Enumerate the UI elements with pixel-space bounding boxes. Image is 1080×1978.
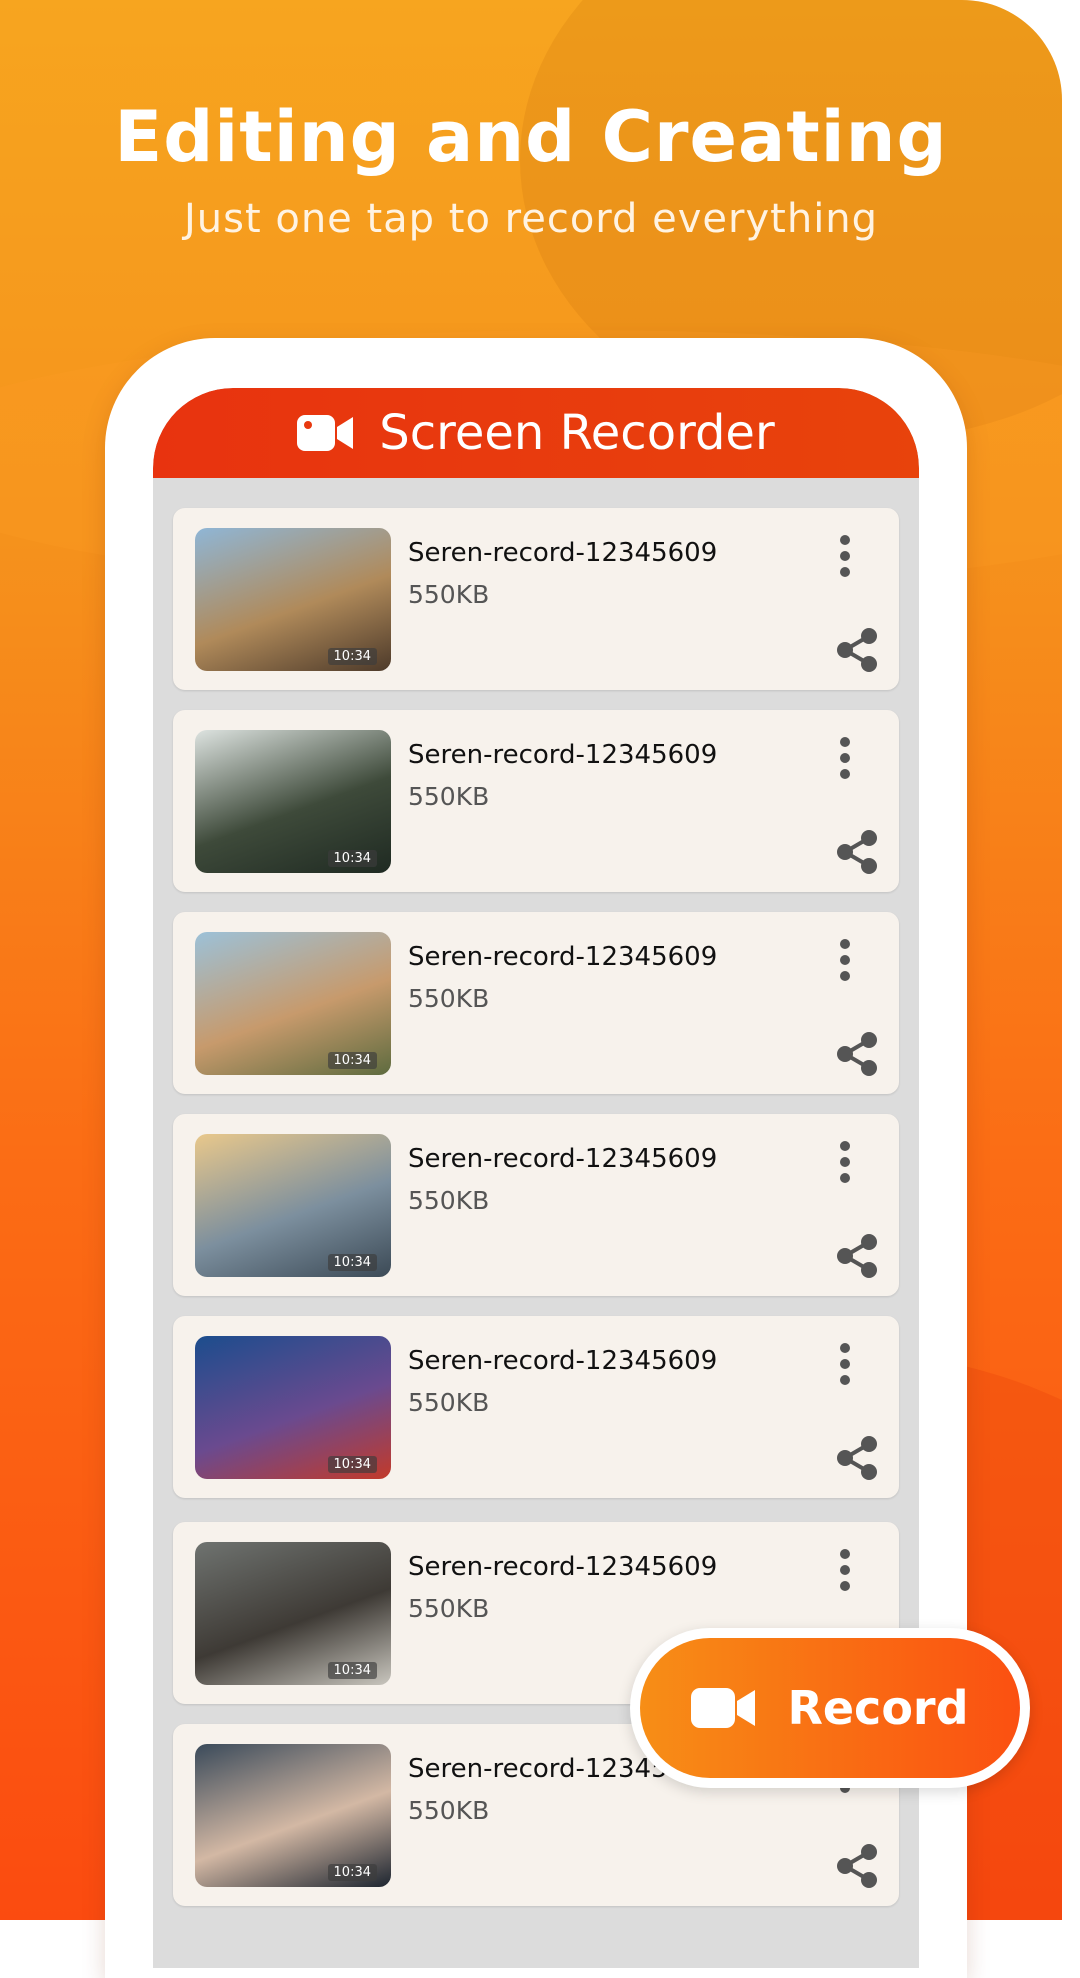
recording-name: Seren-record-12345609 xyxy=(408,1144,718,1174)
share-icon[interactable] xyxy=(833,828,881,876)
video-duration: 10:34 xyxy=(327,1662,377,1679)
recording-size: 550KB xyxy=(408,782,490,811)
recording-card[interactable]: 10:34 Seren-record-12345609 550KB xyxy=(173,508,899,690)
promo-subline: Just one tap to record everything xyxy=(183,196,879,242)
video-thumbnail[interactable]: 10:34 xyxy=(195,1542,391,1685)
video-duration: 10:34 xyxy=(327,1864,377,1881)
recording-name: Seren-record-12345609 xyxy=(408,740,718,770)
more-options-icon[interactable] xyxy=(833,1140,857,1184)
recording-name: Seren-record-12345609 xyxy=(408,1346,718,1376)
video-thumbnail[interactable]: 10:34 xyxy=(195,1744,391,1887)
recording-card[interactable]: 10:34 Seren-record-12345609 550KB xyxy=(173,710,899,892)
recording-size: 550KB xyxy=(408,1796,490,1825)
video-duration: 10:34 xyxy=(327,1456,377,1473)
video-thumbnail[interactable]: 10:34 xyxy=(195,1336,391,1479)
video-duration: 10:34 xyxy=(327,850,377,867)
record-button[interactable]: Record xyxy=(630,1628,1030,1788)
more-options-icon[interactable] xyxy=(833,938,857,982)
recording-size: 550KB xyxy=(408,1388,490,1417)
share-icon[interactable] xyxy=(833,626,881,674)
recording-name: Seren-record-12345609 xyxy=(408,942,718,972)
video-thumbnail[interactable]: 10:34 xyxy=(195,932,391,1075)
video-camera-icon xyxy=(691,1688,756,1728)
video-duration: 10:34 xyxy=(327,1254,377,1271)
more-options-icon[interactable] xyxy=(833,1342,857,1386)
recording-size: 550KB xyxy=(408,1594,490,1623)
more-options-icon[interactable] xyxy=(833,1548,857,1592)
recording-size: 550KB xyxy=(408,984,490,1013)
record-button-label: Record xyxy=(787,1681,969,1735)
share-icon[interactable] xyxy=(833,1030,881,1078)
promo-headline: Editing and Creating xyxy=(114,96,948,178)
video-camera-icon xyxy=(297,415,354,451)
recording-size: 550KB xyxy=(408,580,490,609)
video-thumbnail[interactable]: 10:34 xyxy=(195,528,391,671)
recording-card[interactable]: 10:34 Seren-record-12345609 550KB xyxy=(173,912,899,1094)
recording-card[interactable]: 10:34 Seren-record-12345609 550KB xyxy=(173,1316,899,1498)
record-button-fill[interactable]: Record xyxy=(640,1638,1020,1778)
recording-card[interactable]: 10:34 Seren-record-12345609 550KB xyxy=(173,1114,899,1296)
app-title: Screen Recorder xyxy=(379,405,775,461)
recording-size: 550KB xyxy=(408,1186,490,1215)
video-duration: 10:34 xyxy=(327,648,377,665)
video-thumbnail[interactable]: 10:34 xyxy=(195,730,391,873)
app-bar: Screen Recorder xyxy=(153,388,919,478)
share-icon[interactable] xyxy=(833,1434,881,1482)
video-thumbnail[interactable]: 10:34 xyxy=(195,1134,391,1277)
video-duration: 10:34 xyxy=(327,1052,377,1069)
recording-name: Seren-record-12345609 xyxy=(408,538,718,568)
more-options-icon[interactable] xyxy=(833,534,857,578)
recording-name: Seren-record-12345609 xyxy=(408,1552,718,1582)
share-icon[interactable] xyxy=(833,1842,881,1890)
share-icon[interactable] xyxy=(833,1232,881,1280)
more-options-icon[interactable] xyxy=(833,736,857,780)
